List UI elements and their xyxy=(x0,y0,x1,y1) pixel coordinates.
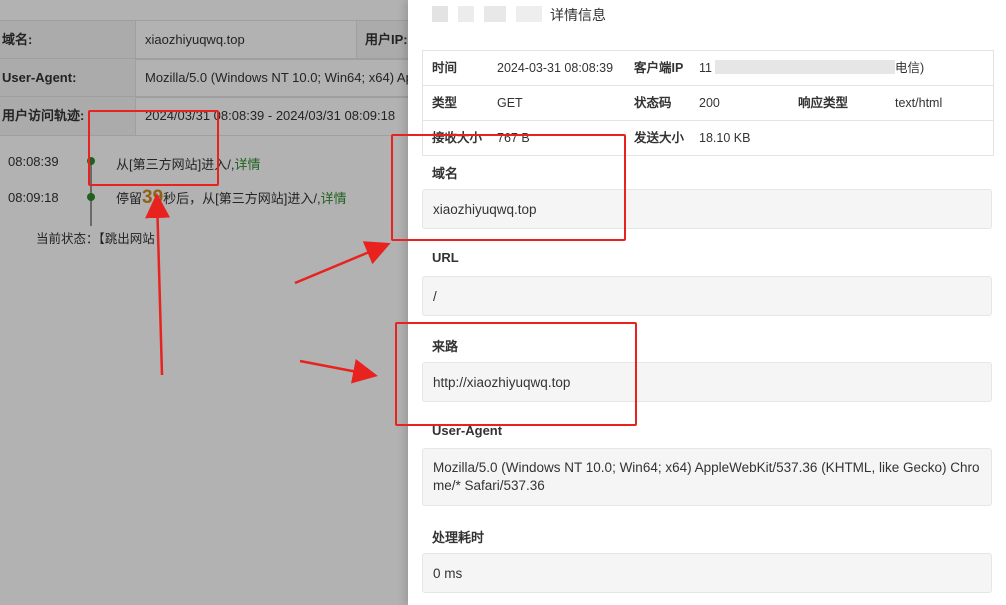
send-size-label: 发送大小 xyxy=(634,131,685,145)
blurred-region xyxy=(715,60,895,74)
blurred-region xyxy=(484,6,506,22)
processing-time-field[interactable]: 0 ms xyxy=(422,553,992,593)
client-ip-label: 客户端IP xyxy=(634,61,684,75)
time-value: 2024-03-31 08:08:39 xyxy=(497,61,614,75)
status-code-label: 状态码 xyxy=(634,96,672,110)
type-label: 类型 xyxy=(432,96,458,110)
user-agent-field[interactable]: Mozilla/5.0 (Windows NT 10.0; Win64; x64… xyxy=(422,448,992,506)
info-row: 时间 2024-03-31 08:08:39 客户端IP 11 电信) xyxy=(423,51,993,86)
annotation-box xyxy=(88,110,219,186)
modal-overlay[interactable] xyxy=(0,0,408,605)
response-type-label: 响应类型 xyxy=(798,96,849,110)
blurred-region xyxy=(432,6,448,22)
client-ip-value: 11 xyxy=(699,61,712,75)
drawer-title: 详情信息 xyxy=(550,7,606,23)
time-label: 时间 xyxy=(432,61,458,75)
annotation-box xyxy=(391,134,626,241)
info-row: 类型 GET 状态码 200 响应类型 text/html xyxy=(423,86,993,121)
response-type-value: text/html xyxy=(895,96,943,110)
detail-drawer: 详情信息 时间 2024-03-31 08:08:39 客户端IP 11 电信)… xyxy=(408,0,1006,605)
status-code-value: 200 xyxy=(699,96,720,110)
blurred-region xyxy=(516,6,542,22)
url-field[interactable]: / xyxy=(422,276,992,316)
annotation-box xyxy=(395,322,637,426)
url-section-label: URL xyxy=(432,250,459,265)
client-ip-isp: 电信) xyxy=(895,61,925,75)
blurred-region xyxy=(458,6,474,22)
type-value: GET xyxy=(497,96,523,110)
drawer-header: 详情信息 xyxy=(408,0,1006,30)
processing-time-section-label: 处理耗时 xyxy=(432,530,485,545)
send-size-value: 18.10 KB xyxy=(699,131,751,145)
